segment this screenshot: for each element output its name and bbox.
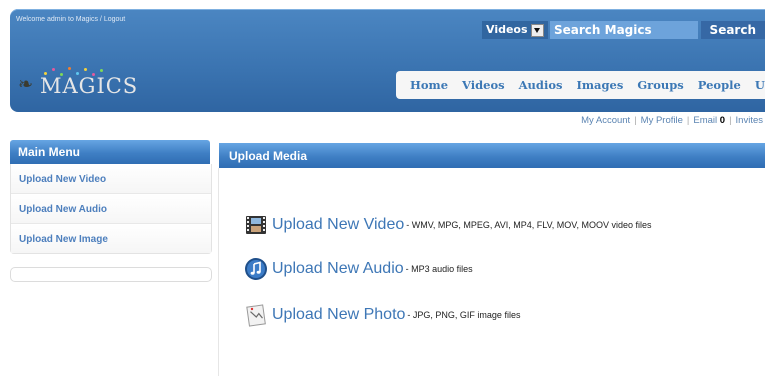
upload-audio-row: Upload New Audio - MP3 audio files [244, 254, 473, 284]
photo-icon [246, 304, 266, 327]
upload-photo-desc: - JPG, PNG, GIF image files [407, 310, 521, 320]
upload-audio-desc: - MP3 audio files [405, 264, 473, 274]
email-label: Email [693, 115, 718, 126]
nav-videos[interactable]: Videos [462, 78, 505, 92]
chevron-down-icon[interactable] [531, 24, 544, 37]
upload-video-row: Upload New Video - WMV, MPG, MPEG, AVI, … [244, 210, 651, 240]
divider: | [729, 115, 732, 126]
search-button[interactable]: Search [701, 21, 765, 39]
nav-groups[interactable]: Groups [637, 78, 683, 92]
logout-link[interactable]: Logout [104, 16, 125, 23]
sidebar-menu: Upload New Video Upload New Audio Upload… [10, 164, 212, 254]
nav-audios[interactable]: Audios [519, 78, 563, 92]
upload-video-desc: - WMV, MPG, MPEG, AVI, MP4, FLV, MOV, MO… [406, 220, 652, 230]
film-icon [246, 216, 266, 234]
divider: | [634, 115, 637, 126]
my-profile-link[interactable]: My Profile [641, 115, 683, 126]
main-nav: Home Videos Audios Images Groups People … [396, 71, 765, 99]
sidebar-item-upload-image[interactable]: Upload New Image [11, 223, 211, 253]
search-category-select[interactable]: Videos [482, 21, 548, 39]
my-account-link[interactable]: My Account [581, 115, 630, 126]
upload-photo-row: Upload New Photo - JPG, PNG, GIF image f… [244, 300, 520, 330]
invites-link[interactable]: Invites [736, 115, 763, 126]
email-count: 0 [719, 115, 726, 126]
search-input[interactable]: Search Magics [550, 21, 698, 39]
music-note-icon [245, 258, 267, 280]
upload-video-link[interactable]: Upload New Video [272, 216, 404, 234]
sidebar-title: Main Menu [10, 140, 210, 164]
welcome-separator: / [99, 16, 102, 23]
nav-images[interactable]: Images [576, 78, 623, 92]
sidebar-item-upload-video[interactable]: Upload New Video [11, 164, 211, 193]
account-links: My Account | My Profile | Email 0 | Invites [581, 115, 763, 126]
main-title: Upload Media [219, 143, 765, 168]
welcome-bar: Welcome admin to Magics / Logout [16, 16, 125, 23]
nav-upload[interactable]: Upload [755, 78, 765, 92]
divider: | [686, 115, 690, 126]
logo-text: MAGICS [40, 74, 139, 98]
magician-icon: ❧ [18, 74, 34, 94]
sidebar-empty-box [10, 267, 212, 282]
site-logo[interactable]: ❧ MAGICS [18, 66, 137, 98]
welcome-text: Welcome admin to Magics [16, 16, 98, 23]
nav-home[interactable]: Home [410, 78, 448, 92]
divider [218, 168, 219, 376]
nav-people[interactable]: People [698, 78, 741, 92]
email-link[interactable]: Email 0 [693, 115, 725, 126]
sidebar-item-upload-audio[interactable]: Upload New Audio [11, 193, 211, 223]
upload-photo-link[interactable]: Upload New Photo [272, 306, 405, 324]
upload-audio-link[interactable]: Upload New Audio [272, 260, 404, 278]
search-category-value: Videos [486, 23, 528, 36]
